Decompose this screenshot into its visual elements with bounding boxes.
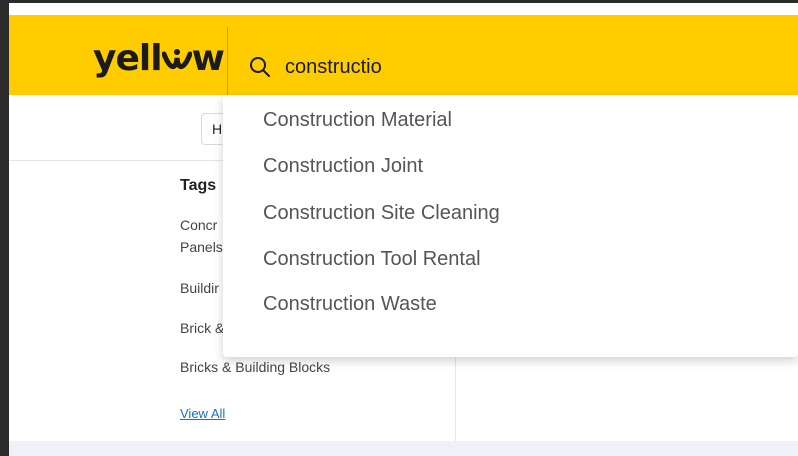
tag-link[interactable]: Buildir <box>180 277 219 299</box>
yellow-logo[interactable]: yell w <box>93 38 225 79</box>
suggestion-item[interactable]: Construction Tool Rental <box>263 245 481 273</box>
tag-link[interactable]: Panels <box>180 236 223 258</box>
tag-link[interactable]: Bricks & Building Blocks <box>180 356 330 378</box>
suggestion-item[interactable]: Construction Material <box>263 106 452 134</box>
suggestion-item[interactable]: Construction Joint <box>263 152 423 180</box>
logo-text-end: w <box>191 38 225 79</box>
footer-band <box>9 441 798 456</box>
tag-link[interactable]: Brick & <box>180 317 224 339</box>
search-input[interactable] <box>285 51 765 83</box>
view-all-link[interactable]: View All <box>180 406 225 421</box>
header-bar: yell w <box>9 15 798 107</box>
suggestion-item[interactable]: Construction Waste <box>263 290 437 318</box>
search-suggestions-dropdown: Construction Material Construction Joint… <box>223 95 798 357</box>
bird-logo-icon <box>161 49 192 69</box>
tags-heading: Tags <box>180 177 217 194</box>
suggestion-item[interactable]: Construction Site Cleaning <box>263 199 500 227</box>
search-icon[interactable] <box>249 56 271 78</box>
logo-text: yell <box>93 38 163 79</box>
page: yell w H Tags Concr Panels Buildir Brick… <box>9 3 798 456</box>
tag-link[interactable]: Concr <box>180 214 217 236</box>
